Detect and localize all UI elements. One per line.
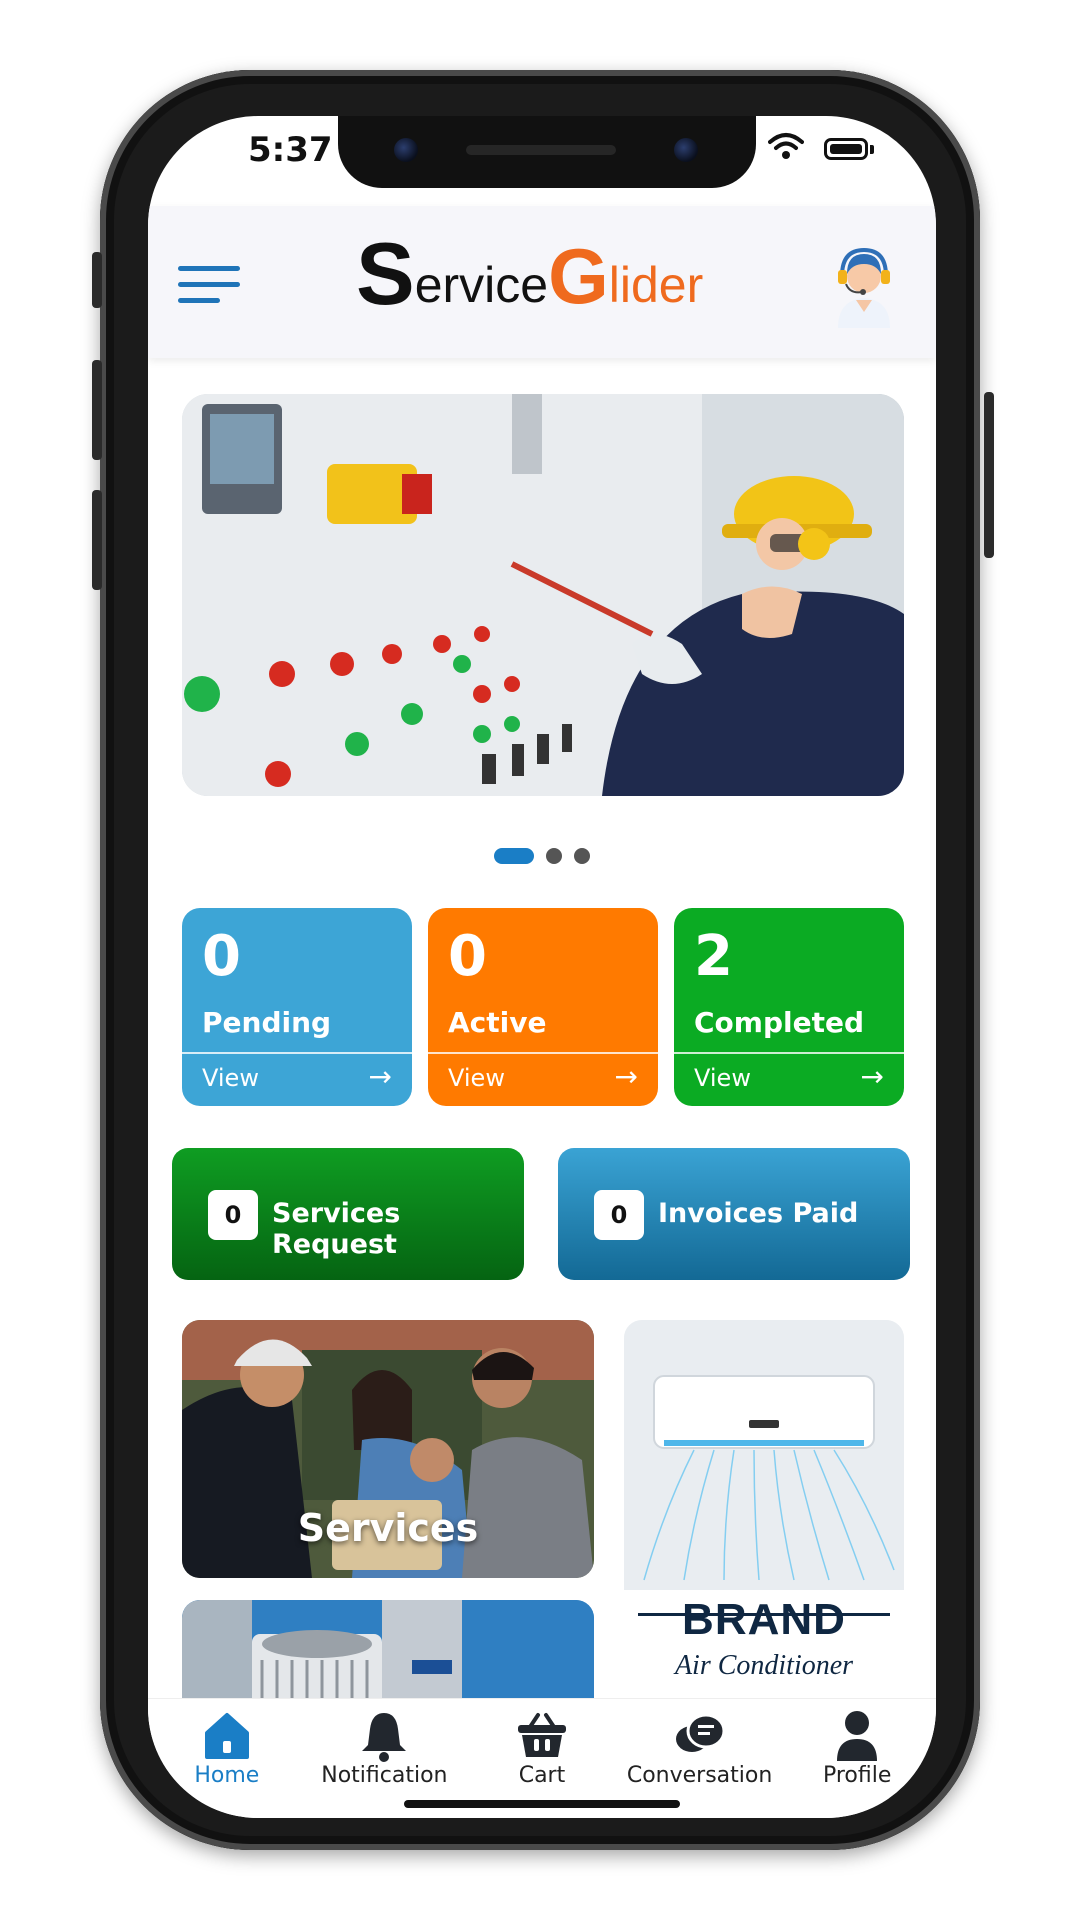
arrow-right-icon[interactable]: → <box>861 1060 884 1093</box>
ac-subtitle: Air Conditioner <box>674 1650 854 1681</box>
logo-letter-s: S <box>356 224 415 323</box>
arrow-right-icon[interactable]: → <box>615 1060 638 1093</box>
services-card[interactable]: Services <box>182 1320 594 1578</box>
logo-text-ervice: ervice <box>414 257 549 313</box>
app-header: S ervice G lider <box>148 206 936 358</box>
services-request-count: 0 <box>208 1190 258 1240</box>
completed-label: Completed <box>694 1006 865 1039</box>
camera-icon <box>394 138 418 162</box>
carousel-indicator <box>148 848 936 864</box>
chat-icon <box>675 1713 726 1752</box>
app-logo: S ervice G lider <box>356 224 736 323</box>
battery-icon <box>824 138 868 160</box>
air-conditioner-ad[interactable]: BRAND Air Conditioner <box>624 1320 904 1720</box>
completed-view-link[interactable]: View <box>694 1064 751 1092</box>
support-agent-avatar[interactable] <box>828 242 900 328</box>
active-count: 0 <box>448 924 487 989</box>
mute-switch <box>92 252 102 308</box>
app-screen: 5:37 S ervice G lider 0 Pending View → 0… <box>148 116 936 1818</box>
profile-icon <box>837 1711 878 1761</box>
volume-down-button <box>92 490 102 590</box>
nav-profile[interactable]: Profile <box>778 1699 936 1818</box>
carousel-dot-3[interactable] <box>574 848 590 864</box>
services-request-label: Services Request <box>272 1198 401 1260</box>
ac-brand-title: BRAND <box>624 1595 904 1645</box>
nav-conversation-label: Conversation <box>626 1763 773 1788</box>
nav-profile-label: Profile <box>822 1763 892 1788</box>
active-label: Active <box>448 1006 547 1039</box>
power-button <box>984 392 994 558</box>
carousel-dot-1[interactable] <box>494 848 534 864</box>
menu-button[interactable] <box>178 266 240 306</box>
speaker-grille <box>466 145 616 155</box>
carousel-dot-2[interactable] <box>546 848 562 864</box>
nav-cart-label: Cart <box>518 1763 566 1788</box>
logo-text-lider: lider <box>608 257 704 313</box>
home-indicator[interactable] <box>404 1800 680 1808</box>
completed-card[interactable]: 2 Completed View → <box>674 908 904 1106</box>
invoices-paid-count: 0 <box>594 1190 644 1240</box>
services-card-title: Services <box>297 1506 479 1550</box>
volume-up-button <box>92 360 102 460</box>
invoices-paid-button[interactable]: 0 Invoices Paid <box>558 1148 910 1280</box>
pending-label: Pending <box>202 1006 332 1039</box>
battery-tip <box>870 145 874 154</box>
cart-icon <box>517 1713 566 1757</box>
air-conditioner-illustration <box>624 1320 904 1590</box>
sensor-icon <box>674 138 698 162</box>
active-card[interactable]: 0 Active View → <box>428 908 658 1106</box>
hero-banner-image[interactable] <box>182 394 904 796</box>
bell-icon <box>362 1713 407 1762</box>
arrow-right-icon[interactable]: → <box>369 1060 392 1093</box>
notch <box>338 116 756 188</box>
services-request-button[interactable]: 0 Services Request <box>172 1148 524 1280</box>
pending-view-link[interactable]: View <box>202 1064 259 1092</box>
nav-notification-label: Notification <box>321 1763 448 1788</box>
pending-count: 0 <box>202 924 241 989</box>
logo-letter-g: G <box>548 232 609 320</box>
pending-card[interactable]: 0 Pending View → <box>182 908 412 1106</box>
active-view-link[interactable]: View <box>448 1064 505 1092</box>
wifi-icon <box>768 133 804 159</box>
nav-home-label: Home <box>194 1763 260 1788</box>
completed-count: 2 <box>694 924 733 989</box>
invoices-paid-label: Invoices Paid <box>658 1198 859 1229</box>
status-time: 5:37 <box>248 130 333 170</box>
nav-home[interactable]: Home <box>148 1699 306 1818</box>
home-icon <box>204 1713 249 1759</box>
